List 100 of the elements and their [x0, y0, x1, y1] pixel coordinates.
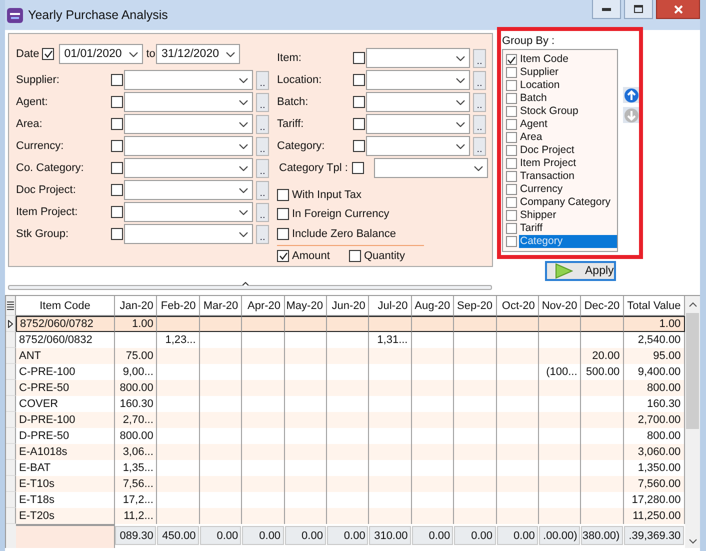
dropdown-field[interactable] [366, 92, 470, 112]
browse-button[interactable]: .. [256, 136, 269, 156]
dropdown-field[interactable] [366, 136, 470, 156]
dropdown-field[interactable] [374, 158, 488, 178]
checkbox[interactable] [111, 140, 123, 152]
dropdown-field[interactable] [124, 114, 253, 134]
list-item[interactable]: Transaction [519, 170, 617, 183]
list-item[interactable]: Location [519, 79, 617, 92]
maximize-button[interactable] [624, 0, 653, 19]
checkbox[interactable] [111, 74, 123, 86]
move-up-button[interactable] [623, 87, 639, 103]
browse-button[interactable]: .. [473, 114, 486, 134]
browse-button[interactable]: .. [473, 92, 486, 112]
list-item[interactable]: Stock Group [519, 105, 617, 118]
checkbox[interactable] [506, 54, 517, 65]
checkbox[interactable] [506, 197, 517, 208]
checkbox[interactable] [506, 171, 517, 182]
checkbox[interactable] [506, 132, 517, 143]
column-header[interactable]: Aug-20 [412, 296, 454, 316]
list-item[interactable]: Supplier [519, 66, 617, 79]
checkbox[interactable] [353, 118, 365, 130]
dropdown-field[interactable] [124, 136, 253, 156]
dropdown-field[interactable] [366, 114, 470, 134]
checkbox[interactable] [353, 96, 365, 108]
list-item[interactable]: Category [519, 235, 617, 248]
column-header[interactable]: Dec-20 [581, 296, 624, 316]
checkbox[interactable] [111, 184, 123, 196]
close-button[interactable] [656, 0, 700, 19]
column-header[interactable]: Nov-20 [538, 296, 582, 316]
column-header[interactable]: Sep-20 [454, 296, 497, 316]
column-header[interactable]: May-20 [284, 296, 327, 316]
browse-button[interactable]: .. [256, 70, 269, 90]
checkbox[interactable] [506, 184, 517, 195]
checkbox[interactable] [42, 48, 54, 60]
checkbox[interactable] [277, 250, 289, 262]
list-item[interactable]: Company Category [519, 196, 617, 209]
row-header[interactable] [6, 316, 16, 332]
checkbox[interactable] [353, 140, 365, 152]
checkbox[interactable] [506, 119, 517, 130]
checkbox[interactable] [353, 74, 365, 86]
dropdown-field[interactable] [124, 158, 253, 178]
minimize-button[interactable] [592, 0, 621, 19]
column-header[interactable]: Total Value [624, 296, 685, 316]
browse-button[interactable]: .. [256, 224, 269, 244]
list-item[interactable]: Currency [519, 183, 617, 196]
checkbox[interactable] [506, 67, 517, 78]
checkbox[interactable] [352, 162, 364, 174]
dropdown-field[interactable] [124, 92, 253, 112]
move-down-button[interactable] [623, 107, 639, 123]
date-field[interactable]: 31/12/2020 [156, 44, 240, 64]
list-item[interactable]: Item Project [519, 157, 617, 170]
column-header[interactable]: Mar-20 [200, 296, 242, 316]
checkbox[interactable] [349, 250, 361, 262]
dropdown-field[interactable] [124, 180, 253, 200]
checkbox[interactable] [506, 236, 517, 247]
checkbox[interactable] [111, 206, 123, 218]
column-header[interactable]: Oct-20 [496, 296, 539, 316]
checkbox[interactable] [506, 93, 517, 104]
browse-button[interactable]: .. [256, 158, 269, 178]
checkbox[interactable] [506, 145, 517, 156]
browse-button[interactable]: .. [473, 136, 486, 156]
column-header[interactable]: Item Code [16, 296, 115, 316]
checkbox[interactable] [277, 188, 289, 201]
checkbox[interactable] [277, 208, 289, 220]
apply-button[interactable]: Apply [545, 261, 616, 281]
dropdown-field[interactable] [366, 70, 470, 90]
browse-button[interactable]: .. [256, 114, 269, 134]
column-header[interactable]: Apr-20 [242, 296, 285, 316]
date-field[interactable]: 01/01/2020 [59, 44, 144, 64]
browse-button[interactable]: .. [256, 202, 269, 222]
checkbox[interactable] [506, 80, 517, 91]
browse-button[interactable]: .. [256, 92, 269, 112]
scrollbar[interactable] [684, 296, 700, 548]
splitter-bar[interactable] [8, 285, 492, 290]
browse-button[interactable]: .. [473, 70, 486, 90]
dropdown-field[interactable] [124, 202, 253, 222]
checkbox[interactable] [111, 118, 123, 130]
checkbox[interactable] [353, 52, 365, 64]
checkbox[interactable] [111, 162, 123, 174]
list-item[interactable]: Tariff [519, 222, 617, 235]
dropdown-field[interactable] [124, 70, 253, 90]
checkbox[interactable] [111, 96, 123, 108]
list-item[interactable]: Batch [519, 92, 617, 105]
checkbox[interactable] [506, 106, 517, 117]
column-header[interactable]: Jun-20 [326, 296, 370, 316]
list-item[interactable]: Item Code [519, 53, 617, 66]
column-header[interactable]: Feb-20 [157, 296, 200, 316]
list-item[interactable]: Area [519, 131, 617, 144]
browse-button[interactable]: .. [256, 180, 269, 200]
list-item[interactable]: Shipper [519, 209, 617, 222]
checkbox[interactable] [506, 158, 517, 169]
dropdown-field[interactable] [124, 224, 253, 244]
browse-button[interactable]: .. [473, 48, 486, 68]
dropdown-field[interactable] [366, 48, 470, 68]
checkbox[interactable] [277, 228, 289, 240]
column-header[interactable]: Jan-20 [115, 296, 158, 316]
checkbox[interactable] [506, 210, 517, 221]
column-header[interactable]: Jul-20 [369, 296, 412, 316]
checkbox[interactable] [111, 228, 123, 240]
list-item[interactable]: Doc Project [519, 144, 617, 157]
